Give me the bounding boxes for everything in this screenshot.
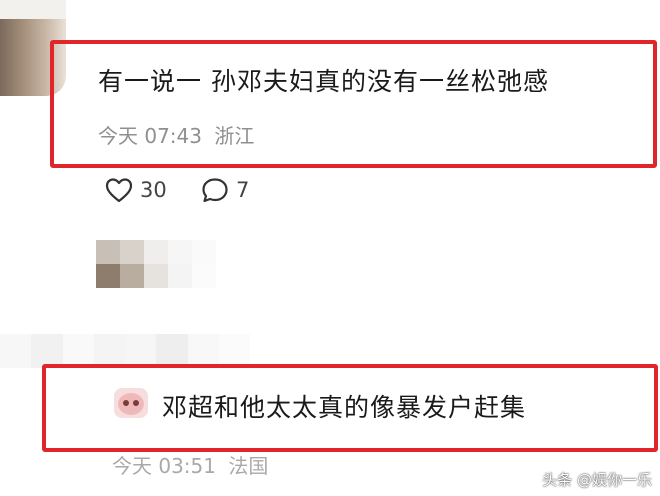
comment-time: 今天 03:51 — [112, 454, 216, 478]
heart-icon — [105, 178, 133, 203]
reply-count: 7 — [236, 178, 250, 202]
comment-text: 有一说一 孙邓夫妇真的没有一丝松弛感 — [98, 67, 549, 96]
reply-button[interactable]: 7 — [200, 176, 249, 204]
comment-meta: 今天 07:43 浙江 — [98, 120, 254, 149]
sticker-emoji-icon — [114, 388, 148, 418]
avatar[interactable] — [96, 240, 216, 288]
comment-location: 浙江 — [214, 124, 255, 148]
comment-location: 法国 — [228, 454, 269, 478]
comment-text: 邓超和他太太真的像暴发户赶集 — [162, 393, 527, 422]
comment-icon — [202, 178, 228, 203]
blurred-username — [0, 334, 250, 368]
like-count: 30 — [140, 178, 167, 202]
like-button[interactable]: 30 — [104, 176, 167, 204]
comment-time: 今天 07:43 — [98, 124, 202, 148]
comment-meta: 今天 03:51 法国 — [112, 450, 268, 479]
watermark: 头条 @娱你一乐 — [542, 471, 652, 489]
